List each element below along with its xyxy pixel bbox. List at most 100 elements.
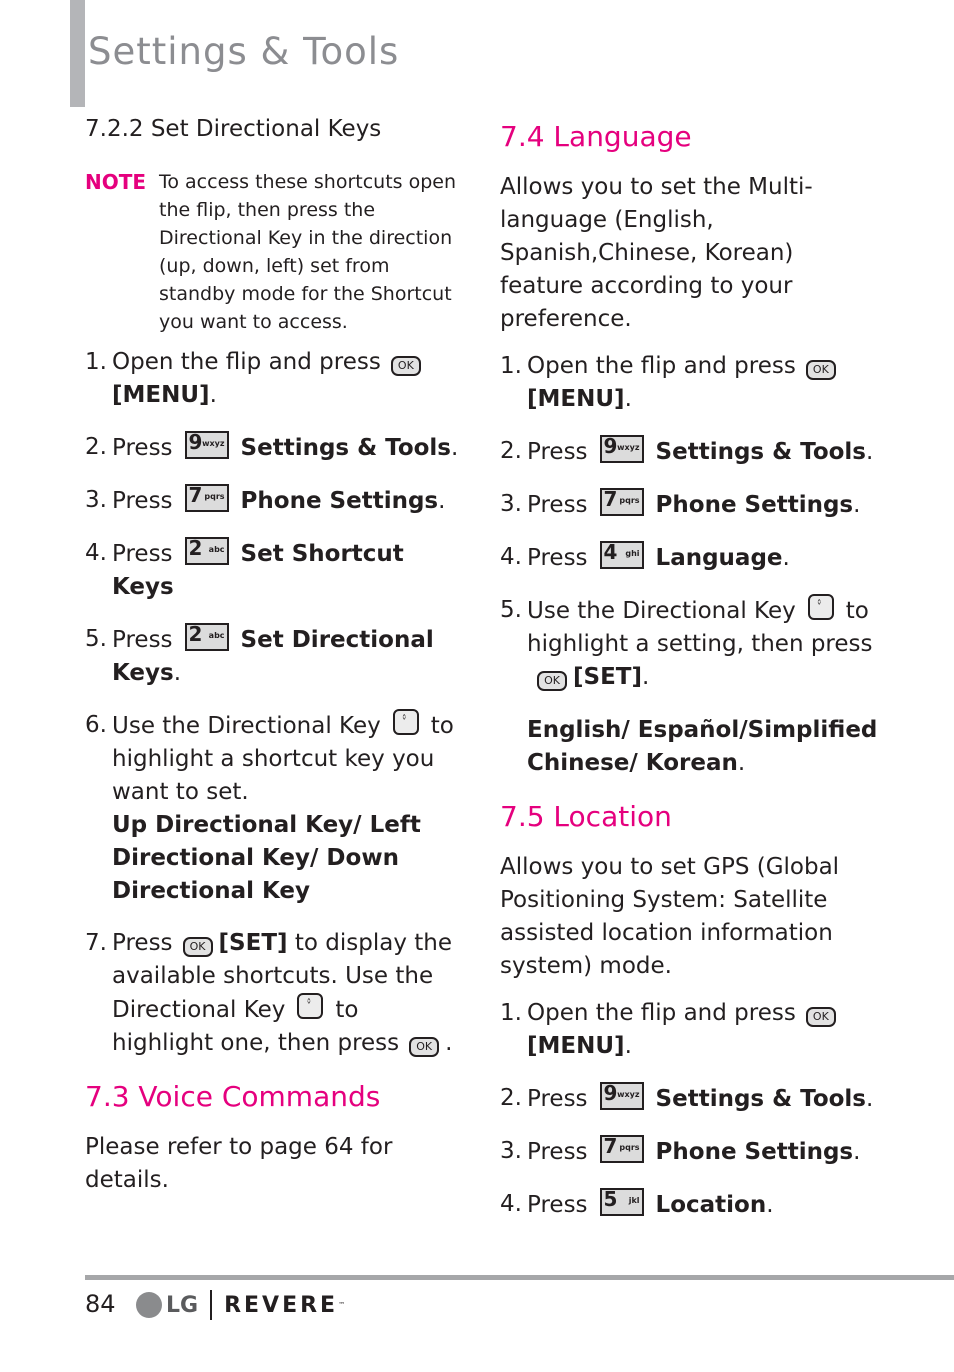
step-text: Press	[112, 488, 173, 514]
key-letters: pqrs	[619, 1143, 640, 1152]
step-text: .	[853, 492, 861, 518]
footer-rule	[85, 1275, 954, 1280]
step-text: .	[451, 435, 459, 461]
step-text: Press	[527, 1139, 588, 1165]
page-title: Settings & Tools	[88, 30, 400, 73]
key-letters: wxyz	[202, 439, 225, 448]
directional-key-icon	[807, 588, 834, 624]
step-text: .	[866, 439, 874, 465]
step-text: Use the Directional Key	[527, 598, 796, 624]
key-7-icon: 7 pqrs	[599, 1134, 644, 1163]
step-text: Press	[112, 541, 173, 567]
right-column: 7.4 Language Allows you to set the Multi…	[500, 113, 880, 1241]
step-number: 1.	[85, 349, 107, 375]
step-item: 7. Press OK [SET] to display the available…	[85, 927, 460, 1060]
lg-logo-icon	[136, 1292, 162, 1318]
key-letters: wxyz	[617, 1090, 640, 1099]
menu-label: [MENU]	[527, 386, 625, 412]
step-text: .	[853, 1139, 861, 1165]
step-number: 1.	[500, 1000, 522, 1026]
note-label: NOTE	[85, 170, 147, 194]
step-item: 4. Press 2 abc Set Shortcut Keys	[85, 536, 460, 604]
logo-divider	[210, 1290, 213, 1320]
key-9-icon: 9 wxyz	[599, 1081, 644, 1110]
key-4-icon: 4 ghi	[599, 540, 644, 569]
step-text: Press	[112, 930, 173, 956]
step-text: .	[866, 1086, 874, 1112]
section-heading-language: 7.4 Language	[500, 120, 692, 153]
ok-key-icon: OK	[805, 360, 836, 380]
step-item: 5. Use the Directional Keyto highlight a…	[500, 588, 880, 780]
step-text: Press	[527, 1086, 588, 1112]
key-7-icon: 7 pqrs	[599, 487, 644, 516]
key-digit: 4	[603, 540, 618, 564]
menu-label: [MENU]	[527, 1033, 625, 1059]
step-text: Press	[527, 545, 588, 571]
step-text: .	[737, 750, 746, 776]
header-bar	[70, 0, 85, 107]
step-number: 3.	[500, 1138, 522, 1164]
step-number: 1.	[500, 353, 522, 379]
step-item: 2. Press 9 wxyz Settings & Tools.	[85, 430, 460, 465]
step-text: .	[782, 545, 790, 571]
key-7-icon: 7 pqrs	[184, 483, 229, 512]
brand-name: LG	[166, 1292, 199, 1318]
step-number: 7.	[85, 930, 107, 956]
step-item: 2. Press 9 wxyz Settings & Tools.	[500, 434, 880, 469]
step-text: Open the flip and press	[527, 353, 796, 379]
key-digit: 7	[603, 487, 618, 511]
key-5-icon: 5 jkl	[599, 1187, 644, 1216]
menu-label: Settings & Tools	[655, 439, 866, 465]
step-text: .	[624, 386, 632, 412]
ok-key-icon: OK	[409, 1037, 440, 1057]
step-text: Use the Directional Key	[112, 713, 381, 739]
key-2-icon: 2 abc	[184, 622, 229, 651]
key-digit: 2	[188, 622, 203, 646]
step-number: 5.	[85, 626, 107, 652]
menu-label: Settings & Tools	[655, 1086, 866, 1112]
key-letters: jkl	[628, 1196, 640, 1205]
step-number: 4.	[500, 544, 522, 570]
step-item: 3. Press 7 pqrs Phone Settings.	[500, 1134, 880, 1169]
step-text: .	[438, 488, 446, 514]
step-text: Press	[527, 439, 588, 465]
step-number: 2.	[500, 438, 522, 464]
key-digit: 5	[603, 1187, 618, 1211]
ok-key-icon: OK	[537, 671, 567, 691]
step-item: 4. Press 5 jkl Location.	[500, 1187, 880, 1222]
key-letters: pqrs	[619, 496, 640, 505]
key-digit: 7	[603, 1134, 618, 1158]
step-text: .	[642, 664, 650, 690]
menu-label: Phone Settings	[655, 1139, 854, 1165]
note-box: NOTE To access these shortcuts open the …	[85, 168, 460, 336]
step-number: 2.	[500, 1085, 522, 1111]
step-text: Press	[527, 1192, 588, 1218]
step-item: 2. Press 9 wxyz Settings & Tools.	[500, 1081, 880, 1116]
step-item: 4. Press 4 ghi Language.	[500, 540, 880, 575]
section-heading-location: 7.5 Location	[500, 800, 672, 833]
key-9-icon: 9 wxyz	[184, 430, 229, 459]
voice-commands-text: Please refer to page 64 for details.	[85, 1134, 393, 1193]
step-text: .	[209, 382, 217, 408]
language-intro: Allows you to set the Multi-language (En…	[500, 174, 813, 332]
step-number: 3.	[85, 487, 107, 513]
subheading-set-directional-keys: 7.2.2 Set Directional Keys	[85, 116, 382, 142]
step-number: 2.	[85, 434, 107, 460]
section-heading-voice-commands: 7.3 Voice Commands	[85, 1080, 381, 1113]
menu-label: Language	[655, 545, 783, 571]
step-item: 6. Use the Directional Keyto highlight a…	[85, 703, 460, 908]
key-9-icon: 9 wxyz	[599, 434, 644, 463]
step-text: Open the flip and press	[112, 349, 381, 375]
step-item: 1. Open the flip and press OK [MENU].	[500, 350, 880, 416]
step-number: 4.	[500, 1191, 522, 1217]
step-item: 1. Open the flip and press OK [MENU].	[500, 997, 880, 1063]
key-digit: 9	[603, 434, 618, 458]
step-number: 6.	[85, 712, 107, 738]
set-label: [SET]	[218, 930, 288, 956]
step-text: Open the flip and press	[527, 1000, 796, 1026]
ok-key-icon: OK	[390, 356, 421, 376]
key-letters: abc	[208, 631, 225, 640]
brand-logo: LG REVERE ™	[136, 1290, 345, 1320]
step-item: 3. Press 7 pqrs Phone Settings.	[500, 487, 880, 522]
menu-label: Location	[655, 1192, 767, 1218]
